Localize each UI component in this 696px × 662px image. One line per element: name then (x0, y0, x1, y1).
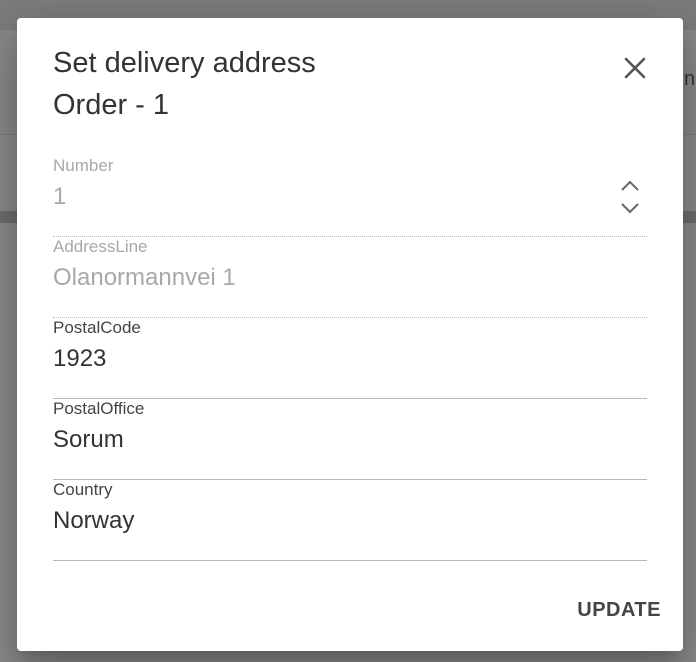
postal-code-input[interactable] (53, 342, 613, 376)
update-button[interactable]: UPDATE (563, 589, 669, 631)
background-strip-left (0, 211, 18, 223)
chevron-up-icon (621, 180, 639, 191)
postal-office-label: PostalOffice (53, 399, 145, 418)
address-line-label: AddressLine (53, 237, 148, 256)
close-button[interactable] (617, 50, 653, 86)
delivery-address-dialog: Set delivery address Order - 1 Number Ad… (17, 18, 683, 651)
number-stepper (618, 176, 642, 220)
number-field: Number (53, 156, 647, 237)
postal-office-field: PostalOffice (53, 399, 647, 480)
background-strip-right (682, 211, 696, 223)
country-field: Country (53, 480, 647, 561)
chevron-down-icon (621, 203, 639, 214)
postal-code-label: PostalCode (53, 318, 141, 337)
postal-office-input[interactable] (53, 423, 613, 457)
dialog-title: Set delivery address Order - 1 (53, 42, 316, 126)
number-label: Number (53, 156, 114, 175)
country-label: Country (53, 480, 113, 499)
address-line-field: AddressLine (53, 237, 647, 318)
dialog-title-line1: Set delivery address (53, 47, 316, 79)
country-input[interactable] (53, 504, 613, 538)
address-line-input[interactable] (53, 261, 613, 295)
stepper-down-button[interactable] (618, 198, 642, 218)
dialog-title-line2: Order - 1 (53, 89, 170, 121)
postal-code-field: PostalCode (53, 318, 647, 399)
close-icon (624, 57, 646, 79)
background-peek-text: na (684, 68, 696, 90)
stepper-up-button[interactable] (618, 176, 642, 196)
number-input[interactable] (53, 180, 613, 214)
